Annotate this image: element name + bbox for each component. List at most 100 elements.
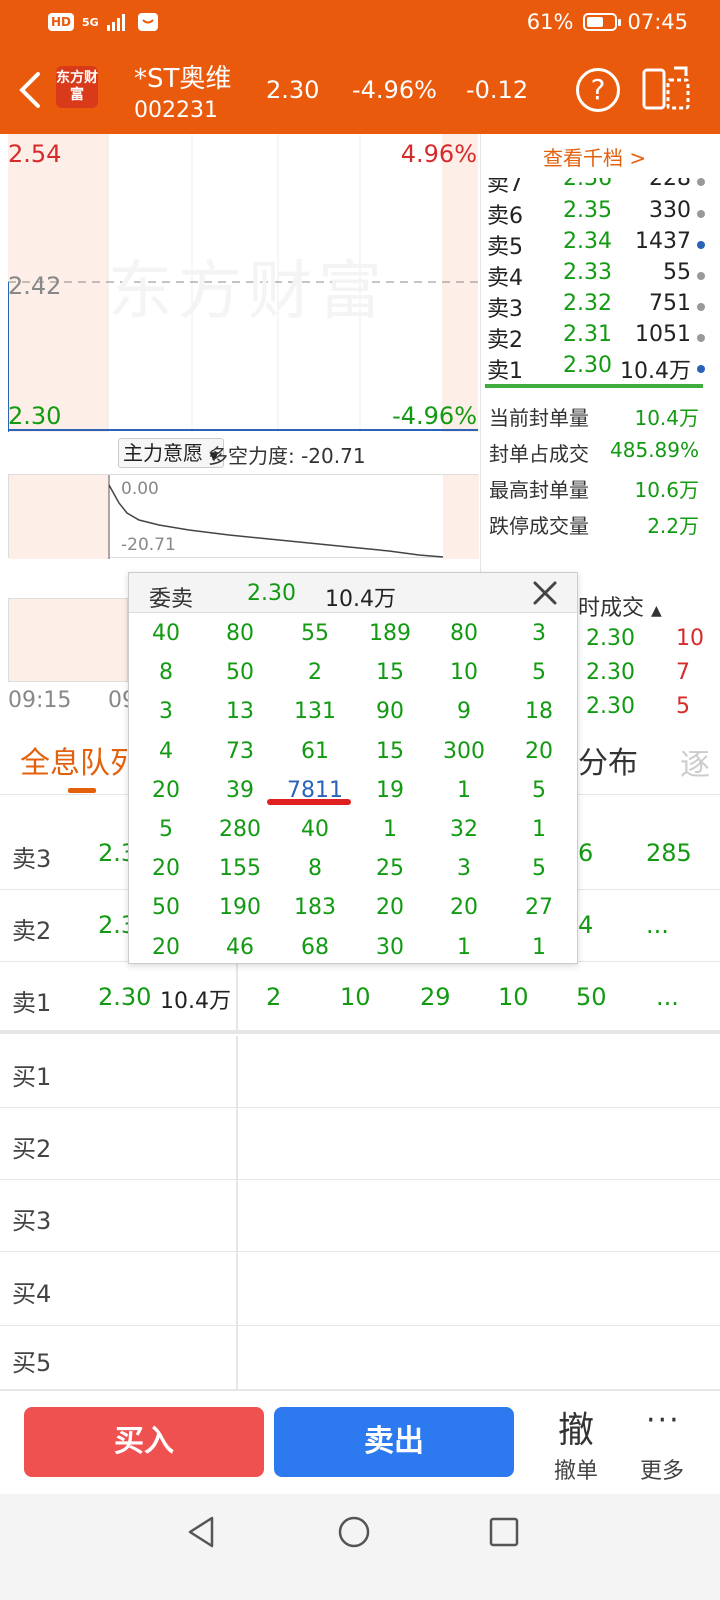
popup-order-size[interactable]: 50 [203, 660, 277, 685]
popup-order-size[interactable]: 1 [427, 935, 501, 960]
queue-row[interactable]: 买2 [0, 1108, 720, 1180]
queue-row[interactable]: 买1 [0, 1036, 720, 1108]
tab-active-indicator [68, 788, 96, 793]
popup-order-size[interactable]: 3 [427, 856, 501, 881]
popup-order-size[interactable]: 4 [129, 739, 203, 764]
popup-order-size[interactable]: 5 [129, 817, 203, 842]
nav-home-icon[interactable] [336, 1514, 372, 1550]
indicator-chart[interactable]: 0.00 -20.71 [8, 474, 479, 559]
popup-order-size[interactable]: 19 [353, 778, 427, 803]
popup-order-size[interactable]: 80 [427, 621, 501, 646]
popup-order-size[interactable]: 39 [203, 778, 277, 803]
battery-percent: 61% [526, 10, 574, 34]
nav-recents-icon[interactable] [486, 1514, 522, 1550]
popup-order-size[interactable]: 190 [203, 895, 277, 920]
cancel-order-label[interactable]: 撤单 [554, 1453, 598, 1485]
orderbook-divider [485, 384, 703, 388]
stock-name[interactable]: *ST奥维 [134, 58, 231, 95]
volume-chart[interactable] [8, 598, 128, 682]
tab-tick-by-tick[interactable]: 逐 [680, 740, 710, 784]
popup-order-size[interactable]: 80 [203, 621, 277, 646]
popup-order-size[interactable]: 9 [427, 699, 501, 724]
popup-order-size[interactable]: 32 [427, 817, 501, 842]
queue-level: 卖3 [12, 845, 52, 873]
popup-order-size[interactable]: 189 [353, 621, 427, 646]
popup-order-size[interactable]: 50 [129, 895, 203, 920]
queue-row[interactable]: 买5 [0, 1326, 720, 1390]
header-bar: HD 5G 61% 07:45 东方财富 *ST奥维 002231 2.30 -… [0, 0, 720, 134]
queue-row[interactable]: 买4 [0, 1252, 720, 1326]
popup-order-size[interactable]: 1 [502, 817, 576, 842]
popup-order-size[interactable]: 25 [353, 856, 427, 881]
popup-header: 委卖 2.30 10.4万 [129, 573, 577, 613]
popup-order-size[interactable]: 90 [353, 699, 427, 724]
buy-button[interactable]: 买入 [24, 1407, 264, 1477]
orderbook-row[interactable]: 卖3 2.32 751 [481, 291, 720, 322]
orderbook-row[interactable]: 卖6 2.35 330 [481, 198, 720, 229]
popup-order-size[interactable]: 10 [427, 660, 501, 685]
popup-order-size[interactable]: 68 [278, 935, 352, 960]
popup-order-size[interactable]: 20 [427, 895, 501, 920]
signal-label: 5G [82, 15, 99, 29]
trades-header[interactable]: 时成交 ▲ [578, 590, 662, 622]
queue-row[interactable]: 卖1 2.30 10.4万 2 10 29 10 50... [0, 962, 720, 1034]
orderbook-volume: 1051 [635, 322, 691, 347]
sell-button[interactable]: 卖出 [274, 1407, 514, 1477]
popup-order-size[interactable]: 20 [129, 778, 203, 803]
popup-order-size[interactable]: 2 [278, 660, 352, 685]
popup-order-size[interactable]: 5 [502, 856, 576, 881]
popup-order-size[interactable]: 61 [278, 739, 352, 764]
queue-row[interactable]: 买3 [0, 1180, 720, 1252]
more-label[interactable]: 更多 [640, 1453, 684, 1485]
popup-order-size[interactable]: 20 [502, 739, 576, 764]
popup-order-size[interactable]: 280 [203, 817, 277, 842]
popup-order-size[interactable]: 5 [502, 778, 576, 803]
close-icon[interactable] [529, 577, 561, 609]
cancel-order-icon[interactable]: 撤 [558, 1401, 594, 1453]
popup-order-size[interactable]: 18 [502, 699, 576, 724]
popup-order-size[interactable]: 55 [278, 621, 352, 646]
popup-order-size[interactable]: 8 [278, 856, 352, 881]
orderbook-row[interactable]: 卖1 2.30 10.4万 [481, 353, 720, 384]
popup-order-size[interactable]: 8 [129, 660, 203, 685]
orderbook-row[interactable]: 卖4 2.33 55 [481, 260, 720, 291]
more-icon[interactable]: ··· [646, 1403, 681, 1438]
popup-order-size[interactable]: 1 [502, 935, 576, 960]
popup-order-size[interactable]: 131 [278, 699, 352, 724]
orderbook-level: 卖5 [487, 235, 523, 260]
popup-order-size[interactable]: 15 [353, 660, 427, 685]
popup-order-size[interactable]: 20 [353, 895, 427, 920]
popup-order-size[interactable]: 300 [427, 739, 501, 764]
popup-order-size[interactable]: 13 [203, 699, 277, 724]
popup-order-size[interactable]: 20 [129, 856, 203, 881]
back-arrow-icon[interactable] [14, 70, 48, 110]
popup-order-size[interactable]: 46 [203, 935, 277, 960]
popup-order-size[interactable]: 155 [203, 856, 277, 881]
popup-order-size[interactable]: 40 [129, 621, 203, 646]
layout-toggle-icon[interactable] [642, 66, 690, 112]
orderbook-row[interactable]: 卖5 2.34 1437 [481, 229, 720, 260]
popup-order-size[interactable]: 30 [353, 935, 427, 960]
popup-order-size[interactable]: 40 [278, 817, 352, 842]
help-icon[interactable]: ? [576, 68, 620, 112]
tab-distribution[interactable]: 分布 [578, 738, 638, 782]
popup-order-size[interactable]: 1 [353, 817, 427, 842]
intraday-chart[interactable]: 2.54 4.96% 2.42 东方财富 2.30 -4.96% [8, 134, 478, 432]
nav-back-icon[interactable] [184, 1514, 220, 1550]
popup-order-size[interactable]: 3 [502, 621, 576, 646]
popup-order-size[interactable]: 27 [502, 895, 576, 920]
popup-order-size[interactable]: 183 [278, 895, 352, 920]
popup-order-size[interactable]: 15 [353, 739, 427, 764]
popup-order-size[interactable]: 3 [129, 699, 203, 724]
orderbook-row[interactable]: 卖2 2.31 1051 [481, 322, 720, 353]
popup-order-size[interactable]: 20 [129, 935, 203, 960]
popup-order-size[interactable]: 73 [203, 739, 277, 764]
queue-level: 买4 [12, 1280, 52, 1308]
popup-order-size[interactable]: 1 [427, 778, 501, 803]
popup-volume: 10.4万 [325, 587, 396, 612]
orderbook-price: 2.35 [563, 198, 612, 223]
tab-full-queue[interactable]: 全息队列 [20, 738, 140, 782]
view-1000-levels-link[interactable]: 查看千档 > [543, 142, 646, 171]
popup-order-size[interactable]: 5 [502, 660, 576, 685]
popup-price: 2.30 [247, 581, 296, 606]
